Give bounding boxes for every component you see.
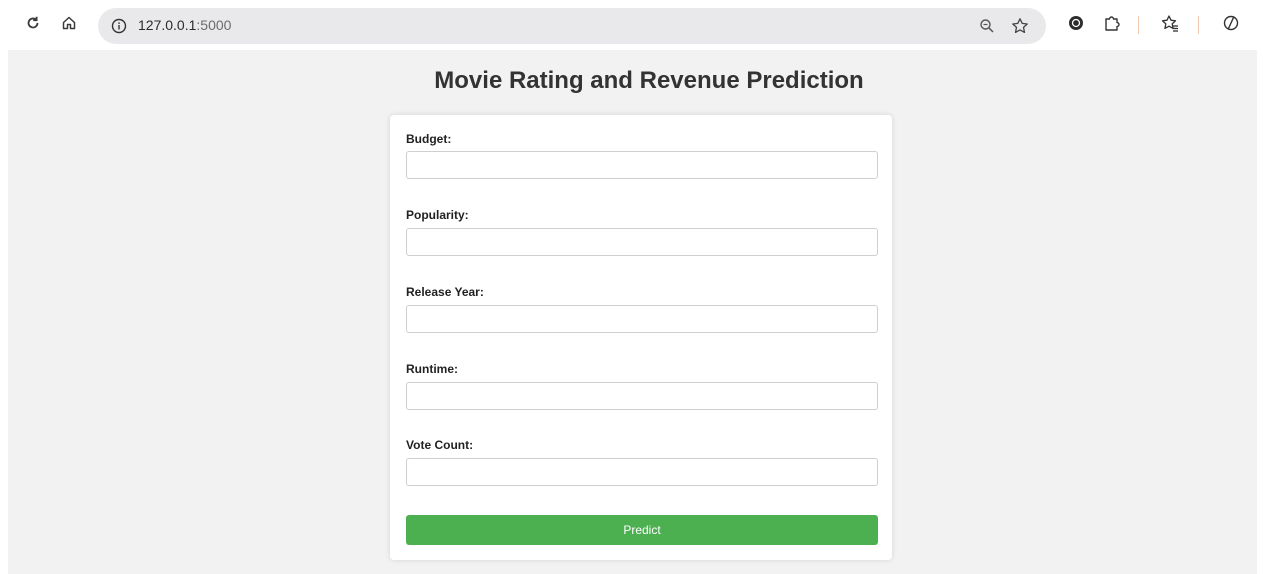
release-year-input[interactable]: [406, 305, 878, 333]
url-port: :5000: [196, 17, 232, 33]
vote-count-label: Vote Count:: [406, 438, 474, 452]
budget-input[interactable]: [406, 151, 878, 179]
predict-button[interactable]: Predict: [406, 515, 878, 545]
browser-toolbar: 127.0.0.1:5000: [0, 0, 1263, 50]
toolbar-separator: [1198, 16, 1199, 34]
extension-icon[interactable]: [1064, 11, 1088, 35]
toolbar-separator: [1138, 16, 1139, 34]
info-icon[interactable]: [108, 15, 130, 37]
address-text: 127.0.0.1:5000: [138, 17, 231, 33]
page-content: Movie Rating and Revenue Prediction Budg…: [8, 50, 1257, 574]
favorites-icon[interactable]: [1158, 11, 1182, 35]
reload-icon[interactable]: [21, 11, 45, 35]
prediction-form: Budget: Popularity: Release Year: Runtim…: [390, 115, 892, 560]
vote-count-input[interactable]: [406, 458, 878, 486]
star-icon[interactable]: [1009, 15, 1031, 37]
page-title: Movie Rating and Revenue Prediction: [434, 67, 864, 94]
release-year-label: Release Year:: [406, 285, 484, 299]
zoom-icon[interactable]: [976, 15, 998, 37]
popularity-input[interactable]: [406, 228, 878, 256]
url-host: 127.0.0.1: [138, 17, 197, 33]
runtime-input[interactable]: [406, 382, 878, 410]
home-icon[interactable]: [57, 11, 81, 35]
popularity-label: Popularity:: [406, 208, 469, 222]
copilot-icon[interactable]: [1219, 11, 1243, 35]
runtime-label: Runtime:: [406, 362, 458, 376]
address-bar[interactable]: 127.0.0.1:5000: [98, 8, 1046, 44]
budget-label: Budget:: [406, 132, 452, 146]
puzzle-icon[interactable]: [1100, 11, 1124, 35]
